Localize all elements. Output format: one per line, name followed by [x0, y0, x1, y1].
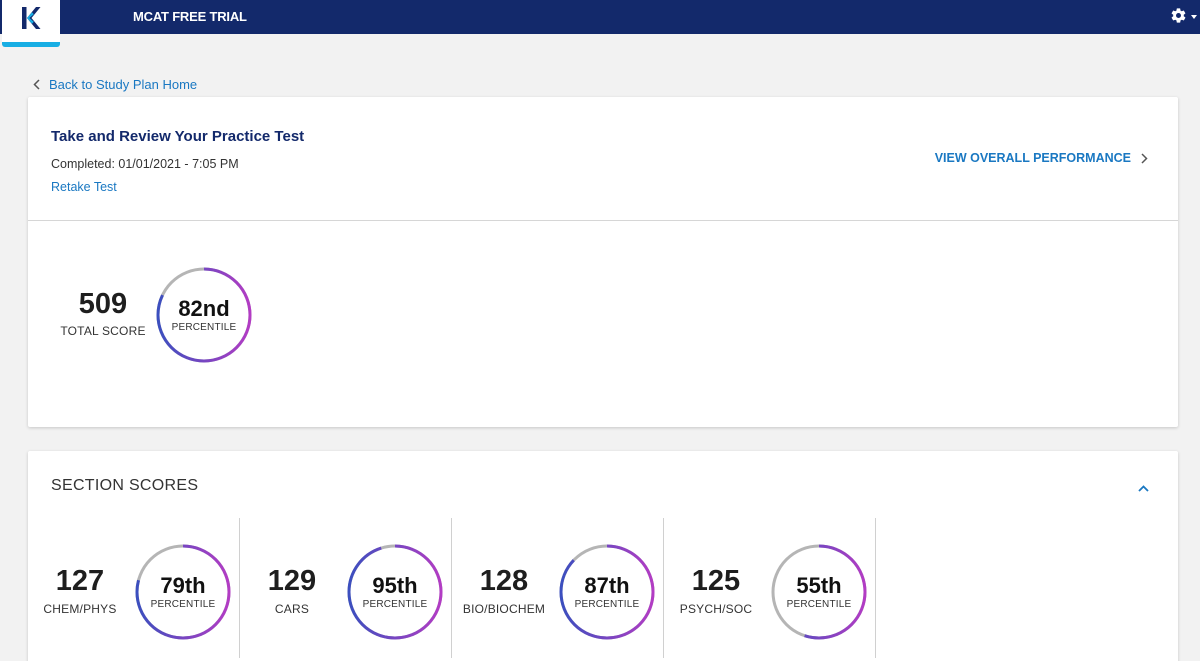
settings-menu[interactable] — [1170, 7, 1200, 27]
section-bio-biochem: 128 BIO/BIOCHEM 87th PERCENTILE — [452, 518, 664, 658]
back-to-study-plan-link[interactable]: Back to Study Plan Home — [33, 77, 197, 92]
completed-date: Completed: 01/01/2021 - 7:05 PM — [51, 157, 239, 171]
total-percentile-ring: 82nd PERCENTILE — [155, 266, 253, 364]
view-overall-performance-link[interactable]: VIEW OVERALL PERFORMANCE — [935, 151, 1148, 165]
test-title: Take and Review Your Practice Test — [51, 128, 305, 145]
total-percentile-label: PERCENTILE — [171, 321, 237, 333]
total-score: 509 TOTAL SCORE — [58, 288, 148, 339]
section-percentile-ring: 55th PERCENTILE — [770, 543, 868, 641]
section-chem-phys: 127 CHEM/PHYS 79th PERCENTILE — [28, 518, 240, 658]
section-percentile-ring: 87th PERCENTILE — [558, 543, 656, 641]
section-percentile-label: PERCENTILE — [362, 598, 428, 610]
section-percentile-label: PERCENTILE — [150, 598, 216, 610]
section-scores-card: SECTION SCORES 127 CHEM/PHYS 79th PERCEN… — [28, 451, 1178, 661]
top-navbar: MCAT FREE TRIAL — [0, 0, 1200, 47]
dropdown-caret-icon — [1191, 15, 1197, 19]
practice-test-card: Take and Review Your Practice Test Compl… — [28, 97, 1178, 427]
collapse-sections-button[interactable] — [1138, 479, 1149, 497]
section-percentile-value: 95th — [372, 572, 418, 598]
section-percentile-label: PERCENTILE — [574, 598, 640, 610]
section-percentile-ring: 95th PERCENTILE — [346, 543, 444, 641]
back-link-label: Back to Study Plan Home — [49, 77, 198, 92]
chevron-left-icon — [33, 79, 40, 90]
section-percentile-label: PERCENTILE — [786, 598, 852, 610]
app-title: MCAT FREE TRIAL — [133, 9, 247, 24]
kaplan-logo[interactable] — [2, 0, 60, 47]
section-percentile-value: 79th — [160, 572, 206, 598]
section-cars: 129 CARS 95th PERCENTILE — [240, 518, 452, 658]
section-percentile-ring: 79th PERCENTILE — [134, 543, 232, 641]
section-score-value: 125 — [691, 565, 741, 597]
section-percentile-value: 55th — [796, 572, 842, 598]
section-percentile-value: 87th — [584, 572, 630, 598]
section-score-value: 127 — [55, 565, 105, 597]
section-name: BIO/BIOCHEM — [462, 602, 546, 616]
retake-test-link[interactable]: Retake Test — [51, 180, 117, 194]
total-percentile-value: 82nd — [178, 295, 230, 321]
section-psych-soc: 125 PSYCH/SOC 55th PERCENTILE — [664, 518, 876, 658]
section-score-value: 128 — [479, 565, 529, 597]
practice-test-card-header: Take and Review Your Practice Test Compl… — [28, 97, 1178, 221]
section-scores-heading: SECTION SCORES — [51, 477, 199, 494]
chevron-right-icon — [1141, 152, 1148, 164]
section-score-value: 129 — [267, 565, 317, 597]
overall-performance-label: VIEW OVERALL PERFORMANCE — [934, 151, 1131, 165]
total-score-label: TOTAL SCORE — [60, 324, 146, 338]
total-score-value: 509 — [78, 288, 128, 320]
logo-k-icon — [22, 7, 41, 29]
section-name: PSYCH/SOC — [679, 602, 753, 616]
chevron-up-icon — [1138, 485, 1149, 492]
gear-icon — [1171, 8, 1186, 23]
section-name: CHEM/PHYS — [43, 602, 117, 616]
section-name: CARS — [274, 602, 310, 616]
